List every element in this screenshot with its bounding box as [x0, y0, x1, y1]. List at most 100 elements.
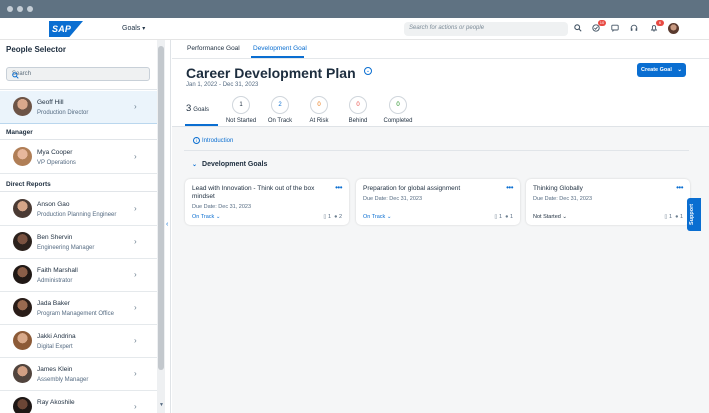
person-role: Assembly Manager [37, 377, 89, 383]
goal-meta: ▯ 1 ● 2 [323, 214, 342, 220]
support-button[interactable]: Support [687, 198, 701, 231]
chevron-right-icon: › [134, 237, 137, 246]
more-options-icon[interactable]: ••• [506, 183, 513, 192]
person-row-manager[interactable]: Mya Cooper VP Operations › [0, 141, 157, 174]
person-role: VP Operations [37, 160, 76, 166]
avatar [13, 331, 32, 350]
person-row-direct-report[interactable]: James Klein Assembly Manager › [0, 358, 157, 391]
stat-value: 0 [389, 96, 407, 114]
stat-completed[interactable]: 0 Completed [374, 96, 422, 124]
person-role: Engineering Manager [37, 245, 95, 251]
goal-title[interactable]: Lead with Innovation - Think out of the … [192, 185, 322, 201]
notifications-badge: 10 [598, 20, 606, 26]
scroll-down-arrow-icon[interactable]: ▼ [159, 402, 164, 408]
avatar [13, 364, 32, 383]
person-row-direct-report[interactable]: Ben Shervin Engineering Manager › [0, 226, 157, 259]
chevron-right-icon: › [134, 270, 137, 279]
sap-logo[interactable]: SAP [49, 21, 83, 37]
direct-reports-heading: Direct Reports [6, 181, 51, 188]
person-row-direct-report[interactable]: Jada Baker Program Management Office › [0, 292, 157, 325]
introduction-link[interactable]: i Introduction [193, 137, 233, 144]
attachment-count: 1 [498, 214, 503, 220]
goal-status-label: Not Started [533, 214, 561, 220]
support-label: Support [689, 203, 695, 225]
divider [184, 150, 689, 151]
person-row-current[interactable]: Geoff Hill Production Director › [0, 91, 157, 124]
create-goal-button[interactable]: Create Goal ⌄ [637, 63, 686, 77]
more-options-icon[interactable]: ••• [676, 183, 683, 192]
goal-card[interactable]: Thinking Globally ••• Due Date: Dec 31, … [526, 179, 690, 225]
person-name: Geoff Hill [37, 99, 64, 106]
avatar [13, 232, 32, 251]
comment-count: 1 [679, 214, 683, 220]
tab-development-goal[interactable]: Development Goal [253, 45, 307, 52]
development-goals-header[interactable]: ⌄ Development Goals [192, 161, 267, 168]
stat-value: 2 [271, 96, 289, 114]
comment-icon: ● [505, 214, 509, 220]
chevron-down-icon: ⌄ [677, 67, 682, 73]
stat-label: Completed [383, 118, 413, 124]
bell-icon[interactable]: 6 [648, 20, 664, 34]
feedback-icon[interactable] [609, 22, 621, 34]
person-row-direct-report[interactable]: Anson Gao Production Planning Engineer › [0, 193, 157, 226]
chevron-right-icon: › [134, 204, 137, 213]
avatar [13, 298, 32, 317]
global-search-input[interactable]: Search for actions or people [404, 22, 568, 36]
sap-logo-text: SAP [52, 24, 72, 34]
goal-meta: ▯ 1 ● 1 [494, 214, 513, 220]
collapse-panel-icon[interactable]: ‹ [166, 221, 168, 228]
manager-heading: Manager [6, 129, 33, 136]
goal-title[interactable]: Thinking Globally [533, 185, 663, 193]
window-maximize-dot[interactable] [27, 6, 33, 12]
window-minimize-dot[interactable] [17, 6, 23, 12]
search-icon[interactable] [12, 69, 146, 81]
goal-status-label: On Track [192, 214, 215, 220]
comment-icon: ● [675, 214, 679, 220]
person-name: Faith Marshall [37, 267, 78, 274]
plan-header: Performance Goal Development Goal Career… [172, 40, 709, 127]
person-name: Jakki Andrina [37, 333, 76, 340]
chevron-down-icon: ⌄ [386, 214, 392, 220]
window-close-dot[interactable] [7, 6, 13, 12]
person-role: Production Director [37, 110, 89, 116]
person-name: Anson Gao [37, 201, 70, 208]
comment-count: 2 [338, 214, 342, 220]
goal-status-select[interactable]: On Track ⌄ [192, 214, 220, 220]
people-search-input[interactable]: Search [6, 67, 150, 81]
person-row-direct-report[interactable]: Ray Akoshile › [0, 391, 157, 413]
notifications-icon[interactable]: 10 [590, 20, 606, 34]
section-title: Development Goals [202, 161, 268, 168]
people-selector-panel: People Selector Search Geoff Hill Produc… [0, 40, 157, 413]
chevron-down-circle-icon[interactable]: ⌄ [364, 67, 372, 75]
goals-nav-menu[interactable]: Goals ▾ [122, 25, 145, 32]
more-options-icon[interactable]: ••• [335, 183, 342, 192]
headset-icon[interactable] [628, 22, 640, 34]
search-icon[interactable] [572, 22, 584, 34]
stat-value: 0 [349, 96, 367, 114]
divider [0, 139, 157, 140]
divider [0, 89, 157, 90]
avatar [13, 97, 32, 116]
chevron-right-icon: › [134, 303, 137, 312]
main-content: Performance Goal Development Goal Career… [172, 40, 709, 413]
user-avatar[interactable] [668, 23, 679, 34]
goal-card[interactable]: Preparation for global assignment ••• Du… [356, 179, 520, 225]
goal-title[interactable]: Preparation for global assignment [363, 185, 493, 193]
person-role: Production Planning Engineer [37, 212, 117, 218]
person-row-direct-report[interactable]: Jakki Andrina Digital Expert › [0, 325, 157, 358]
scrollbar-thumb[interactable] [158, 46, 164, 370]
info-icon: i [193, 137, 200, 144]
chevron-down-icon: ⌄ [215, 214, 221, 220]
attachment-icon: ▯ [323, 214, 327, 220]
goal-card[interactable]: Lead with Innovation - Think out of the … [185, 179, 349, 225]
goal-due-date: Due Date: Dec 31, 2023 [192, 204, 252, 210]
person-row-direct-report[interactable]: Faith Marshall Administrator › [0, 259, 157, 292]
goal-status-select[interactable]: On Track ⌄ [363, 214, 391, 220]
goal-status-select[interactable]: Not Started ⌄ [533, 214, 567, 220]
people-list-scrollbar[interactable] [157, 40, 165, 413]
plan-date-range: Jan 1, 2022 - Dec 31, 2023 [186, 82, 259, 88]
goals-count-tab[interactable]: 3 Goals [186, 103, 209, 114]
tab-performance-goal[interactable]: Performance Goal [187, 45, 240, 52]
attachment-count: 1 [668, 214, 673, 220]
person-role: Administrator [37, 278, 73, 284]
